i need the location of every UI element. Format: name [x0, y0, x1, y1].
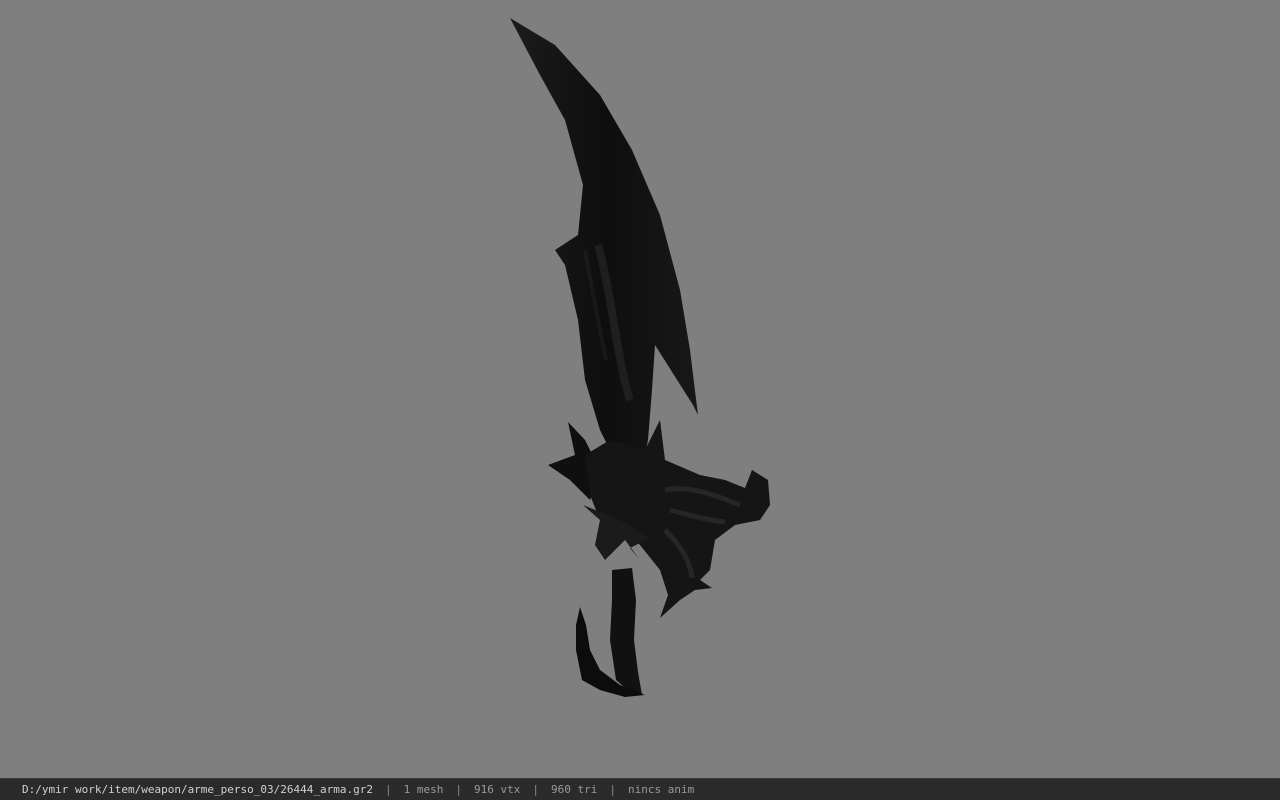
separator: |: [455, 783, 462, 796]
3d-viewport[interactable]: [0, 0, 1280, 778]
animation-status: nincs anim: [627, 783, 695, 796]
separator: |: [609, 783, 616, 796]
handle: [610, 568, 642, 695]
separator: |: [385, 783, 392, 796]
separator: |: [532, 783, 539, 796]
file-path: D:/ymir work/item/weapon/arme_perso_03/2…: [22, 783, 373, 796]
weapon-model[interactable]: [0, 0, 1280, 778]
triangle-count: 960 tri: [550, 783, 598, 796]
mesh-count: 1 mesh: [403, 783, 444, 796]
blade-shape: [510, 18, 698, 480]
status-bar: D:/ymir work/item/weapon/arme_perso_03/2…: [0, 778, 1280, 800]
vertex-count: 916 vtx: [474, 783, 521, 796]
